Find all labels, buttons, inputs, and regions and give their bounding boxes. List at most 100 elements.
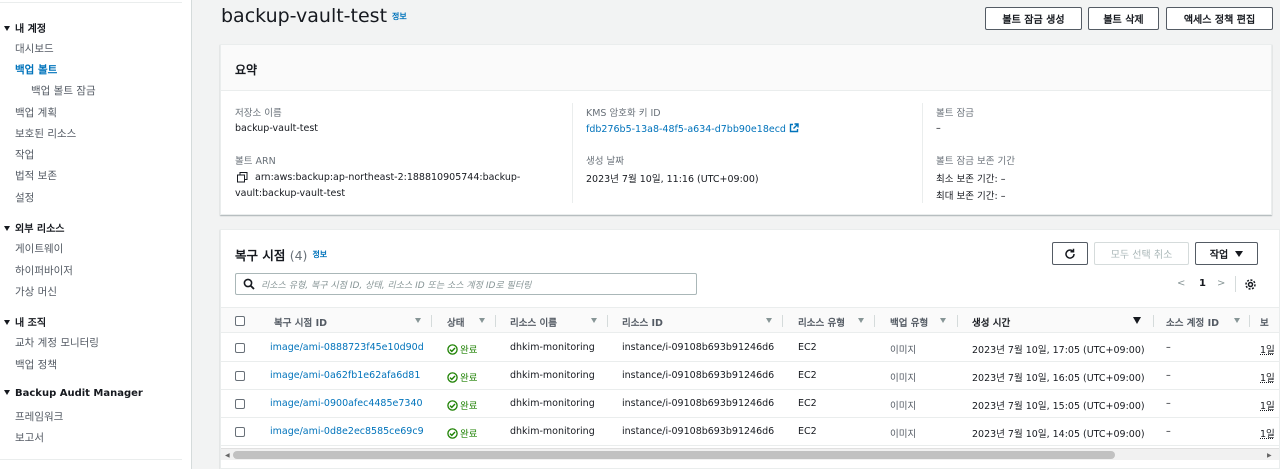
sidebar-item-backup-plans[interactable]: 백업 계획 bbox=[15, 105, 57, 120]
source-account-cell: – bbox=[1166, 398, 1171, 409]
recovery-point-id-link[interactable]: image/ami-0900afec4485e7340 bbox=[270, 398, 423, 409]
gear-icon[interactable] bbox=[1244, 278, 1257, 291]
scroll-left-arrow-icon[interactable]: ◀ bbox=[225, 452, 230, 459]
kms-key-label: KMS 암호화 키 ID bbox=[586, 108, 661, 119]
recovery-point-id-link[interactable]: image/ami-0d8e2ec8585ce69c9 bbox=[270, 426, 424, 437]
edit-access-policy-button[interactable]: 액세스 정책 편집 bbox=[1166, 7, 1273, 30]
check-circle-icon bbox=[447, 344, 458, 355]
info-link[interactable]: 정보 bbox=[392, 12, 407, 21]
summary-panel: 요약 저장소 이름 backup-vault-test 볼트 ARN arn:a… bbox=[220, 44, 1272, 215]
actions-dropdown[interactable]: 작업 bbox=[1195, 242, 1258, 265]
sort-caret-icon[interactable] bbox=[858, 318, 864, 323]
sort-caret-icon[interactable] bbox=[940, 318, 946, 323]
copy-icon[interactable] bbox=[237, 172, 248, 183]
row-checkbox[interactable] bbox=[235, 371, 245, 381]
sidebar-section-label: 내 조직 bbox=[15, 318, 47, 329]
column-separator bbox=[957, 315, 958, 327]
backup-type-cell: 이미지 bbox=[890, 345, 917, 356]
sidebar-section-my-organization[interactable]: 내 조직 bbox=[4, 314, 46, 329]
status-cell: 완료 bbox=[447, 342, 477, 356]
delete-vault-button[interactable]: 볼트 삭제 bbox=[1088, 7, 1159, 30]
sidebar-item-backup-policies[interactable]: 백업 정책 bbox=[15, 357, 57, 372]
scroll-right-arrow-icon[interactable]: ▶ bbox=[1267, 452, 1272, 459]
more-cell: 1일 bbox=[1260, 345, 1275, 356]
backup-type-cell: 이미지 bbox=[890, 429, 917, 440]
status-cell: 완료 bbox=[447, 370, 477, 384]
sidebar-item-reports[interactable]: 보고서 bbox=[15, 430, 44, 445]
row-checkbox[interactable] bbox=[235, 343, 245, 353]
column-header-recovery-point-id[interactable]: 복구 시점 ID bbox=[274, 315, 327, 329]
prev-page-icon[interactable]: < bbox=[1177, 278, 1185, 289]
column-header-status[interactable]: 상태 bbox=[447, 315, 464, 329]
kms-key-link[interactable]: fdb276b5-13a8-48f5-a634-d7bb90e18ecd bbox=[586, 123, 799, 135]
vault-arn-line1: arn:aws:backup:ap-northeast-2:1888109057… bbox=[255, 172, 521, 183]
next-page-icon[interactable]: > bbox=[1217, 278, 1225, 289]
refresh-button[interactable] bbox=[1052, 242, 1088, 265]
deselect-all-button[interactable]: 모두 선택 취소 bbox=[1094, 242, 1189, 265]
sort-descending-icon[interactable] bbox=[1133, 317, 1141, 324]
recovery-points-panel: 복구 시점 (4) 정보 모두 선택 취소 작업 리소스 유형, 복구 시점 ID… bbox=[220, 229, 1280, 469]
sidebar-top-divider bbox=[0, 2, 182, 3]
column-header-created-time[interactable]: 생성 시간 bbox=[972, 315, 1010, 329]
column-header-source-account-id[interactable]: 소스 계정 ID bbox=[1166, 315, 1219, 329]
sidebar-section-audit-manager[interactable]: Backup Audit Manager bbox=[4, 388, 143, 399]
row-checkbox[interactable] bbox=[235, 427, 245, 437]
sidebar-item-settings[interactable]: 설정 bbox=[15, 190, 34, 205]
column-separator bbox=[1153, 315, 1154, 327]
horizontal-scrollbar[interactable]: ◀ ▶ bbox=[221, 448, 1279, 460]
sort-caret-icon[interactable] bbox=[1234, 318, 1240, 323]
table-row[interactable]: image/ami-0a62fb1e62afa6d81 완료 dhkim-monit… bbox=[221, 362, 1279, 390]
source-account-cell: – bbox=[1166, 426, 1171, 437]
table-row[interactable]: image/ami-0900afec4485e7340 완료 dhkim-monit… bbox=[221, 390, 1279, 418]
sidebar-item-vault-lock[interactable]: 백업 볼트 잠금 bbox=[31, 83, 96, 98]
sidebar-item-legal-holds[interactable]: 법적 보존 bbox=[15, 168, 57, 183]
sidebar-item-hypervisors[interactable]: 하이퍼바이저 bbox=[15, 263, 73, 278]
sidebar-section-my-account[interactable]: 내 계정 bbox=[4, 20, 46, 35]
select-all-checkbox[interactable] bbox=[235, 316, 245, 326]
sidebar-item-protected-resources[interactable]: 보호된 리소스 bbox=[15, 126, 76, 141]
sort-caret-icon[interactable] bbox=[591, 318, 597, 323]
sidebar-item-jobs[interactable]: 작업 bbox=[15, 147, 34, 162]
backup-type-cell: 이미지 bbox=[890, 401, 917, 412]
sort-caret-icon[interactable] bbox=[415, 318, 421, 323]
sort-caret-icon[interactable] bbox=[766, 318, 772, 323]
vault-lock-label: 볼트 잠금 bbox=[936, 108, 974, 119]
sidebar-item-cross-account-monitoring[interactable]: 교차 계정 모니터링 bbox=[15, 335, 99, 350]
more-cell: 1일 bbox=[1260, 401, 1275, 412]
created-time-cell: 2023년 7월 10일, 16:05 (UTC+09:00) bbox=[972, 373, 1145, 384]
scrollbar-thumb[interactable] bbox=[233, 451, 1115, 459]
row-checkbox[interactable] bbox=[235, 399, 245, 409]
page-number[interactable]: 1 bbox=[1199, 278, 1206, 289]
column-header-resource-name[interactable]: 리소스 이름 bbox=[510, 315, 557, 329]
sort-caret-icon[interactable] bbox=[479, 318, 485, 323]
table-header: 복구 시점 ID 상태 리소스 이름 리소스 ID 리소스 유형 백업 유형 생… bbox=[221, 307, 1279, 333]
recovery-count: (4) bbox=[289, 248, 308, 263]
sidebar-item-virtual-machines[interactable]: 가상 머신 bbox=[15, 284, 57, 299]
column-divider bbox=[572, 103, 573, 203]
sidebar-bottom-divider bbox=[0, 459, 182, 460]
sidebar-item-backup-vaults[interactable]: 백업 볼트 bbox=[15, 62, 57, 77]
recovery-point-id-link[interactable]: image/ami-0a62fb1e62afa6d81 bbox=[270, 370, 420, 381]
table-row[interactable]: image/ami-0888723f45e10d90d 완료 dhkim-monit… bbox=[221, 334, 1279, 362]
vault-name-label: 저장소 이름 bbox=[235, 108, 282, 119]
filter-search-input[interactable]: 리소스 유형, 복구 시점 ID, 상태, 리소스 ID 또는 소스 계정 ID… bbox=[235, 273, 697, 295]
sidebar-item-dashboard[interactable]: 대시보드 bbox=[15, 41, 54, 56]
resource-type-cell: EC2 bbox=[798, 426, 817, 437]
sidebar-section-external-resources[interactable]: 외부 리소스 bbox=[4, 220, 64, 235]
search-placeholder: 리소스 유형, 복구 시점 ID, 상태, 리소스 ID 또는 소스 계정 ID… bbox=[261, 281, 532, 291]
create-vault-lock-button[interactable]: 볼트 잠금 생성 bbox=[985, 7, 1082, 30]
sidebar-item-frameworks[interactable]: 프레임워크 bbox=[15, 409, 63, 424]
column-header-resource-id[interactable]: 리소스 ID bbox=[622, 315, 663, 329]
column-separator bbox=[782, 315, 783, 327]
info-link[interactable]: 정보 bbox=[312, 250, 327, 259]
summary-title: 요약 bbox=[235, 63, 258, 77]
actions-label: 작업 bbox=[1209, 250, 1229, 261]
recovery-point-id-link[interactable]: image/ami-0888723f45e10d90d bbox=[270, 342, 424, 353]
column-separator bbox=[607, 315, 608, 327]
column-header-more[interactable]: 보 bbox=[1260, 315, 1269, 329]
sidebar-item-gateways[interactable]: 게이트웨이 bbox=[15, 241, 63, 256]
status-text: 완료 bbox=[460, 373, 478, 384]
column-header-resource-type[interactable]: 리소스 유형 bbox=[798, 315, 845, 329]
column-header-backup-type[interactable]: 백업 유형 bbox=[890, 315, 928, 329]
table-row[interactable]: image/ami-0d8e2ec8585ce69c9 완료 dhkim-monit… bbox=[221, 418, 1279, 446]
